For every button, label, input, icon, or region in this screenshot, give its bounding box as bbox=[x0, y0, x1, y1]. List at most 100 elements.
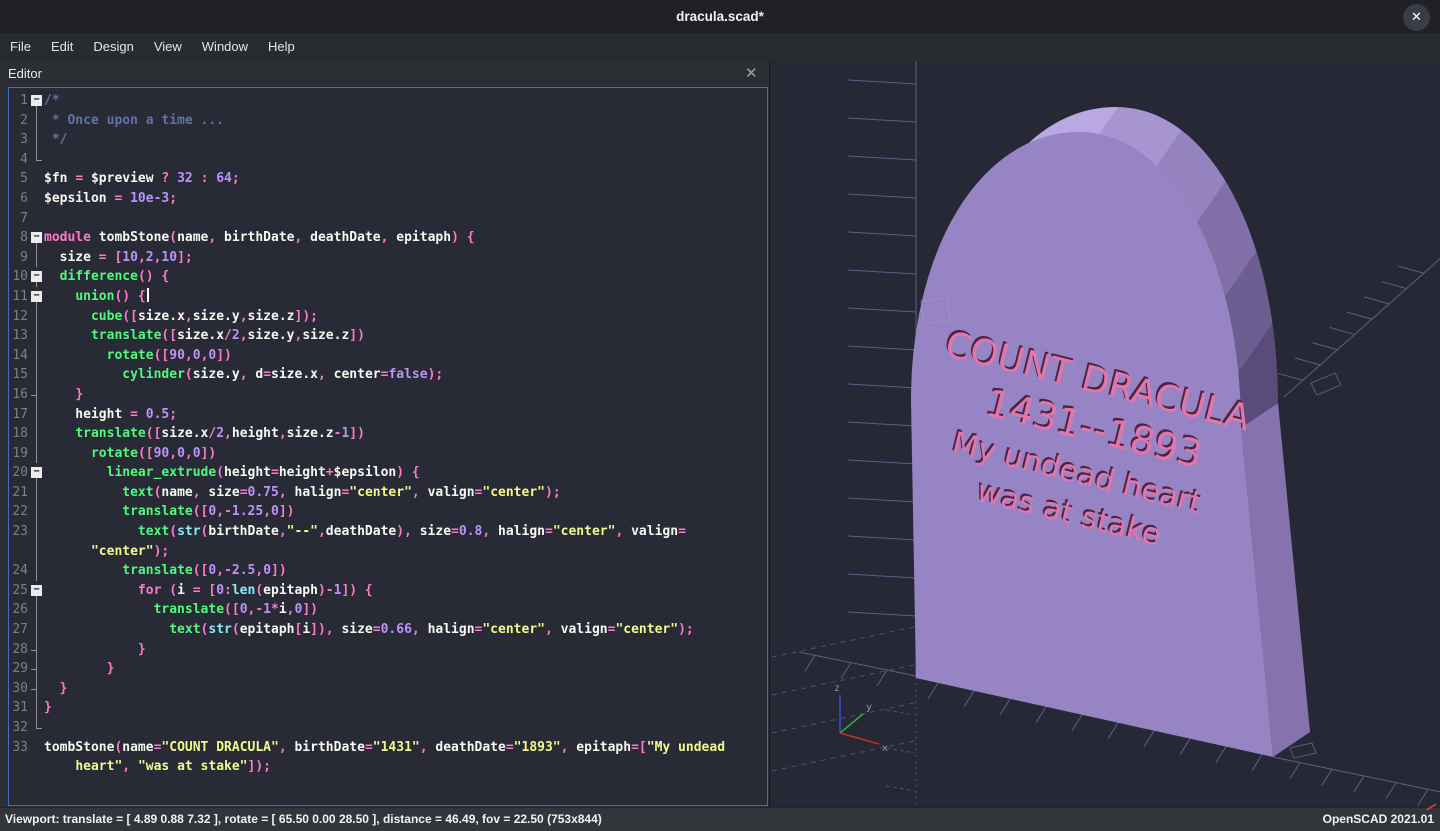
code-line[interactable]: 2 * Once upon a time ... bbox=[9, 111, 767, 131]
code-line[interactable]: 1−/* bbox=[9, 91, 767, 111]
code-line[interactable]: 3 */ bbox=[9, 130, 767, 150]
fold-margin bbox=[28, 248, 44, 268]
code-line[interactable]: 28 } bbox=[9, 640, 767, 660]
menu-item-window[interactable]: Window bbox=[192, 33, 258, 61]
menu-item-edit[interactable]: Edit bbox=[41, 33, 83, 61]
fold-margin bbox=[28, 718, 44, 738]
window-close-button[interactable]: ✕ bbox=[1403, 4, 1430, 31]
editor-panel-close-icon[interactable]: ✕ bbox=[745, 61, 758, 87]
code-line[interactable]: 9 size = [10,2,10]; bbox=[9, 248, 767, 268]
fold-marker[interactable]: − bbox=[28, 91, 44, 111]
code-line[interactable]: heart", "was at stake"]); bbox=[9, 757, 767, 777]
line-number: 26 bbox=[9, 600, 28, 620]
code-line[interactable]: 6$epsilon = 10e-3; bbox=[9, 189, 767, 209]
menu-item-help[interactable]: Help bbox=[258, 33, 305, 61]
menu-item-file[interactable]: File bbox=[0, 33, 41, 61]
line-number: 10 bbox=[9, 267, 28, 287]
line-number: 28 bbox=[9, 640, 28, 660]
line-number: 25 bbox=[9, 581, 28, 601]
fold-margin bbox=[28, 169, 44, 189]
fold-margin bbox=[28, 307, 44, 327]
line-number bbox=[9, 542, 28, 562]
fold-marker[interactable]: − bbox=[28, 463, 44, 483]
code-line[interactable]: 10− difference() { bbox=[9, 267, 767, 287]
code-line[interactable]: 32 bbox=[9, 718, 767, 738]
editor-panel-title: Editor bbox=[8, 61, 42, 87]
fold-margin bbox=[28, 111, 44, 131]
fold-margin bbox=[28, 424, 44, 444]
fold-margin bbox=[28, 346, 44, 366]
fold-margin bbox=[28, 600, 44, 620]
code-line[interactable]: 16 } bbox=[9, 385, 767, 405]
line-number: 8 bbox=[9, 228, 28, 248]
line-number: 31 bbox=[9, 698, 28, 718]
status-version-label: OpenSCAD 2021.01 bbox=[1323, 808, 1434, 831]
code-line[interactable]: 17 height = 0.5; bbox=[9, 405, 767, 425]
fold-margin bbox=[28, 405, 44, 425]
line-number: 20 bbox=[9, 463, 28, 483]
fold-marker[interactable]: − bbox=[28, 267, 44, 287]
code-line[interactable]: 13 translate([size.x/2,size.y,size.z]) bbox=[9, 326, 767, 346]
code-line[interactable]: 4 bbox=[9, 150, 767, 170]
line-number: 9 bbox=[9, 248, 28, 268]
fold-margin bbox=[28, 385, 44, 405]
code-line[interactable]: 7 bbox=[9, 209, 767, 229]
code-line[interactable]: 25− for (i = [0:len(epitaph)-1]) { bbox=[9, 581, 767, 601]
code-line[interactable]: 15 cylinder(size.y, d=size.x, center=fal… bbox=[9, 365, 767, 385]
code-line[interactable]: 21 text(name, size=0.75, halign="center"… bbox=[9, 483, 767, 503]
code-editor[interactable]: 1−/*2 * Once upon a time ...3 */45$fn = … bbox=[8, 87, 768, 806]
text-cursor bbox=[147, 288, 149, 302]
code-line[interactable]: 26 translate([0,-1*i,0]) bbox=[9, 600, 767, 620]
status-bar: Viewport: translate = [ 4.89 0.88 7.32 ]… bbox=[0, 807, 1440, 831]
code-line[interactable]: 20− linear_extrude(height=height+$epsilo… bbox=[9, 463, 767, 483]
window-title: dracula.scad* bbox=[0, 0, 1440, 33]
code-line[interactable]: 8−module tombStone(name, birthDate, deat… bbox=[9, 228, 767, 248]
code-line[interactable]: 31} bbox=[9, 698, 767, 718]
fold-marker[interactable]: − bbox=[28, 581, 44, 601]
fold-marker[interactable]: − bbox=[28, 287, 44, 307]
code-line[interactable]: 27 text(str(epitaph[i]), size=0.66, hali… bbox=[9, 620, 767, 640]
line-number: 29 bbox=[9, 659, 28, 679]
fold-margin bbox=[28, 659, 44, 679]
line-number: 24 bbox=[9, 561, 28, 581]
code-line[interactable]: 30 } bbox=[9, 679, 767, 699]
line-number: 27 bbox=[9, 620, 28, 640]
fold-margin bbox=[28, 326, 44, 346]
fold-margin bbox=[28, 502, 44, 522]
fold-margin bbox=[28, 542, 44, 562]
fold-margin bbox=[28, 483, 44, 503]
code-line[interactable]: 5$fn = $preview ? 32 : 64; bbox=[9, 169, 767, 189]
code-line[interactable]: 12 cube([size.x,size.y,size.z]); bbox=[9, 307, 767, 327]
editor-panel-header: Editor ✕ bbox=[0, 61, 769, 87]
code-line[interactable]: 14 rotate([90,0,0]) bbox=[9, 346, 767, 366]
y-axis-label: y bbox=[866, 702, 872, 713]
code-line[interactable]: 11− union() { bbox=[9, 287, 767, 307]
code-line[interactable]: 24 translate([0,-2.5,0]) bbox=[9, 561, 767, 581]
code-line[interactable]: 33tombStone(name="COUNT DRACULA", birthD… bbox=[9, 738, 767, 758]
line-number: 2 bbox=[9, 111, 28, 131]
code-line[interactable]: 18 translate([size.x/2,height,size.z-1]) bbox=[9, 424, 767, 444]
code-line[interactable]: 23 text(str(birthDate,"--",deathDate), s… bbox=[9, 522, 767, 542]
code-line[interactable]: 22 translate([0,-1.25,0]) bbox=[9, 502, 767, 522]
fold-marker[interactable]: − bbox=[28, 228, 44, 248]
line-number: 14 bbox=[9, 346, 28, 366]
line-number: 18 bbox=[9, 424, 28, 444]
title-bar: dracula.scad* ✕ bbox=[0, 0, 1440, 33]
fold-margin bbox=[28, 522, 44, 542]
line-number: 4 bbox=[9, 150, 28, 170]
line-number: 12 bbox=[9, 307, 28, 327]
menu-item-design[interactable]: Design bbox=[83, 33, 143, 61]
fold-margin bbox=[28, 640, 44, 660]
code-line[interactable]: 29 } bbox=[9, 659, 767, 679]
viewport-3d[interactable]: COUNT DRACULA 1431--1893 My undead heart… bbox=[769, 61, 1440, 807]
code-line[interactable]: "center"); bbox=[9, 542, 767, 562]
x-axis-label: x bbox=[882, 743, 888, 754]
z-axis-label: z bbox=[834, 683, 840, 694]
status-viewport-info: Viewport: translate = [ 4.89 0.88 7.32 ]… bbox=[5, 808, 602, 831]
menu-item-view[interactable]: View bbox=[144, 33, 192, 61]
menu-bar: FileEditDesignViewWindowHelp bbox=[0, 33, 1440, 61]
line-number: 3 bbox=[9, 130, 28, 150]
line-number: 32 bbox=[9, 718, 28, 738]
fold-margin bbox=[28, 130, 44, 150]
code-line[interactable]: 19 rotate([90,0,0]) bbox=[9, 444, 767, 464]
